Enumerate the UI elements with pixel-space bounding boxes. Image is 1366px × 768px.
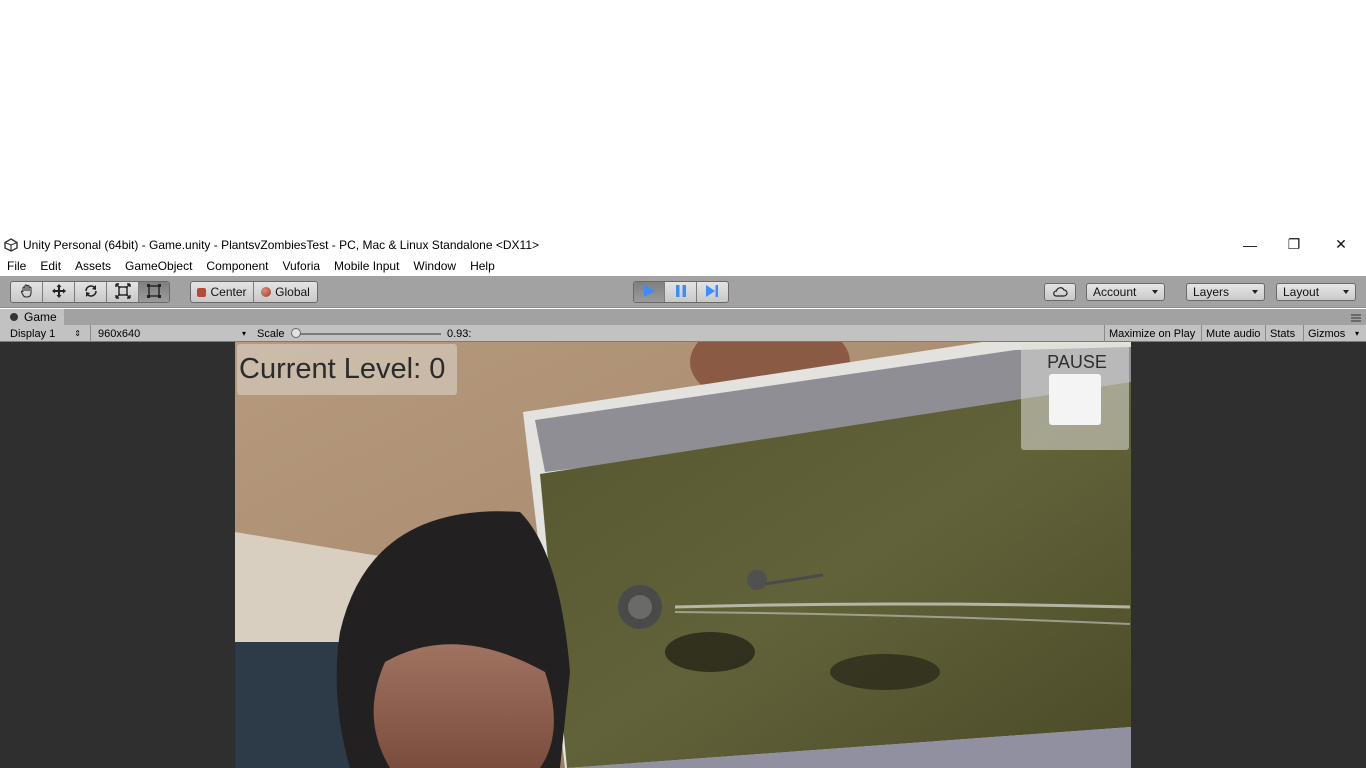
rotate-tool-button[interactable] [75,282,107,302]
scale-value: 0.93: [447,327,472,340]
menu-mobile-input[interactable]: Mobile Input [327,259,406,273]
pause-panel: PAUSE [1021,344,1129,450]
scale-label: Scale [257,327,285,340]
tab-game[interactable]: Game [0,309,64,325]
slider-track [293,333,441,335]
mute-audio-toggle[interactable]: Mute audio [1201,325,1265,342]
layers-dropdown[interactable]: Layers [1186,283,1265,301]
tab-menu-icon[interactable] [1350,311,1362,322]
game-tab-bar: Game [0,309,1366,325]
pause-game-button[interactable] [1049,374,1101,425]
chevron-down-icon [1343,290,1349,294]
chevron-down-icon [1152,290,1158,294]
chevron-down-icon: ▾ [1354,329,1359,338]
maximize-on-play-label: Maximize on Play [1109,327,1196,340]
menu-assets[interactable]: Assets [68,259,118,273]
menu-edit[interactable]: Edit [33,259,68,273]
gizmos-dropdown[interactable]: Gizmos ▾ [1303,325,1361,342]
cloud-button[interactable] [1044,283,1076,301]
pause-editor-button[interactable] [665,282,697,302]
menu-help[interactable]: Help [463,259,502,273]
playback-controls [633,281,729,303]
step-icon [705,284,719,301]
stats-toggle[interactable]: Stats [1265,325,1303,342]
window-title: Unity Personal (64bit) - Game.unity - Pl… [23,237,540,252]
game-viewport[interactable]: Current Level: 0 PAUSE [0,342,1366,768]
pause-label: PAUSE [1047,352,1107,372]
transform-tools [10,281,170,303]
display-label: Display 1 [10,327,56,340]
menu-file[interactable]: File [0,259,33,273]
main-toolbar: Center Global Account Layers Layout [0,276,1366,308]
ar-camera-feed[interactable]: Current Level: 0 PAUSE [235,342,1131,768]
layout-label: Layout [1283,285,1320,299]
minimize-button[interactable]: — [1227,234,1273,255]
pivot-center-button[interactable]: Center [191,282,255,302]
scale-icon [114,282,131,302]
rect-icon [146,283,162,302]
play-icon [642,284,656,301]
globe-icon [261,287,272,297]
account-label: Account [1093,285,1137,299]
play-button[interactable] [634,282,666,302]
pivot-icon [197,287,207,297]
display-dropdown[interactable]: Display 1 ⇕ [5,325,85,342]
step-button[interactable] [697,282,728,302]
resolution-label: 960x640 [98,327,141,340]
menu-gameobject[interactable]: GameObject [118,259,199,273]
layout-dropdown[interactable]: Layout [1276,283,1356,301]
menu-component[interactable]: Component [199,259,275,273]
stats-label: Stats [1270,327,1296,340]
chevron-down-icon [1252,290,1258,294]
hand-tool-button[interactable] [11,282,43,302]
pause-icon [674,284,688,301]
tab-game-label: Game [24,310,57,324]
menu-vuforia[interactable]: Vuforia [275,259,327,273]
game-tab-icon [10,313,18,321]
space-global-button[interactable]: Global [254,282,317,302]
slider-thumb[interactable] [291,328,301,338]
move-tool-button[interactable] [43,282,75,302]
title-bar: Unity Personal (64bit) - Game.unity - Pl… [0,234,1366,255]
pivot-toggles: Center Global [190,281,318,303]
ar-scene-image [235,342,1131,768]
space-global-label: Global [275,285,310,299]
pivot-center-label: Center [210,285,247,299]
account-dropdown[interactable]: Account [1086,283,1165,301]
current-level-text: Current Level: 0 [239,353,446,385]
restore-button[interactable]: ❐ [1271,234,1317,255]
cloud-icon [1045,284,1075,300]
game-view-toolbar: Display 1 ⇕ 960x640 ▾ Scale 0.93: Maximi… [0,325,1366,342]
close-button[interactable]: ✕ [1318,234,1364,255]
resolution-dropdown[interactable]: 960x640 ▾ [90,325,250,342]
unity-logo-icon [0,234,22,255]
scale-slider[interactable] [291,325,441,342]
rect-tool-button[interactable] [139,282,169,302]
layers-label: Layers [1193,285,1230,299]
hand-icon [19,283,35,302]
current-level-panel: Current Level: 0 [237,344,457,395]
menu-window[interactable]: Window [406,259,463,273]
rotate-icon [83,283,99,302]
mute-audio-label: Mute audio [1206,327,1261,340]
scale-tool-button[interactable] [107,282,139,302]
updown-icon: ⇕ [74,329,81,338]
maximize-on-play-toggle[interactable]: Maximize on Play [1104,325,1201,342]
menu-bar: File Edit Assets GameObject Component Vu… [0,255,1366,276]
unity-editor-window: Unity Personal (64bit) - Game.unity - Pl… [0,234,1366,768]
move-icon [51,283,67,302]
chevron-down-icon: ▾ [241,329,246,338]
gizmos-label: Gizmos [1308,327,1346,340]
